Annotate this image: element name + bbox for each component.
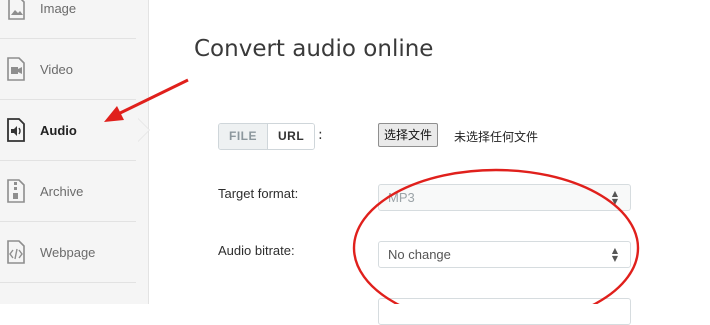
tab-url[interactable]: URL	[268, 124, 315, 149]
source-toggle: FILE URL	[218, 123, 316, 150]
next-field-select[interactable]	[378, 298, 631, 325]
page-title: Convert audio online	[194, 36, 434, 62]
sidebar-item-label: Video	[40, 61, 74, 77]
file-status: 未选择任何文件	[454, 130, 539, 144]
select-arrows-icon: ▲ ▼	[611, 189, 618, 206]
audio-bitrate-value: No change	[388, 247, 451, 262]
webpage-icon	[7, 240, 25, 264]
choose-file-button[interactable]: 选择文件	[378, 123, 439, 147]
audio-bitrate-select[interactable]: No change ▲ ▼	[378, 241, 631, 268]
source-colon: :	[318, 127, 323, 143]
sidebar-item-webpage[interactable]: Webpage	[0, 222, 136, 283]
sidebar-item-label: Webpage	[40, 244, 96, 260]
sidebar-item-label: Image	[40, 1, 77, 16]
sidebar-item-label: Audio	[40, 122, 77, 138]
target-format-label: Target format:	[218, 186, 299, 201]
audio-bitrate-label: Audio bitrate:	[218, 243, 295, 258]
tab-file[interactable]: FILE	[219, 124, 268, 149]
archive-icon	[7, 179, 25, 203]
audio-icon	[7, 118, 25, 142]
image-icon	[8, 0, 25, 20]
video-icon	[7, 57, 25, 81]
sidebar-item-label: Archive	[40, 183, 84, 199]
select-arrows-icon: ▲ ▼	[611, 246, 618, 263]
sidebar: Image Video Audio Archive Webpage	[0, 0, 150, 304]
target-format-select[interactable]: MP3 ▲ ▼	[378, 184, 631, 211]
sidebar-item-image[interactable]: Image	[0, 0, 136, 39]
sidebar-item-video[interactable]: Video	[0, 39, 136, 100]
sidebar-item-archive[interactable]: Archive	[0, 161, 136, 222]
sidebar-item-audio[interactable]: Audio	[0, 100, 150, 161]
target-format-value: MP3	[388, 190, 415, 205]
